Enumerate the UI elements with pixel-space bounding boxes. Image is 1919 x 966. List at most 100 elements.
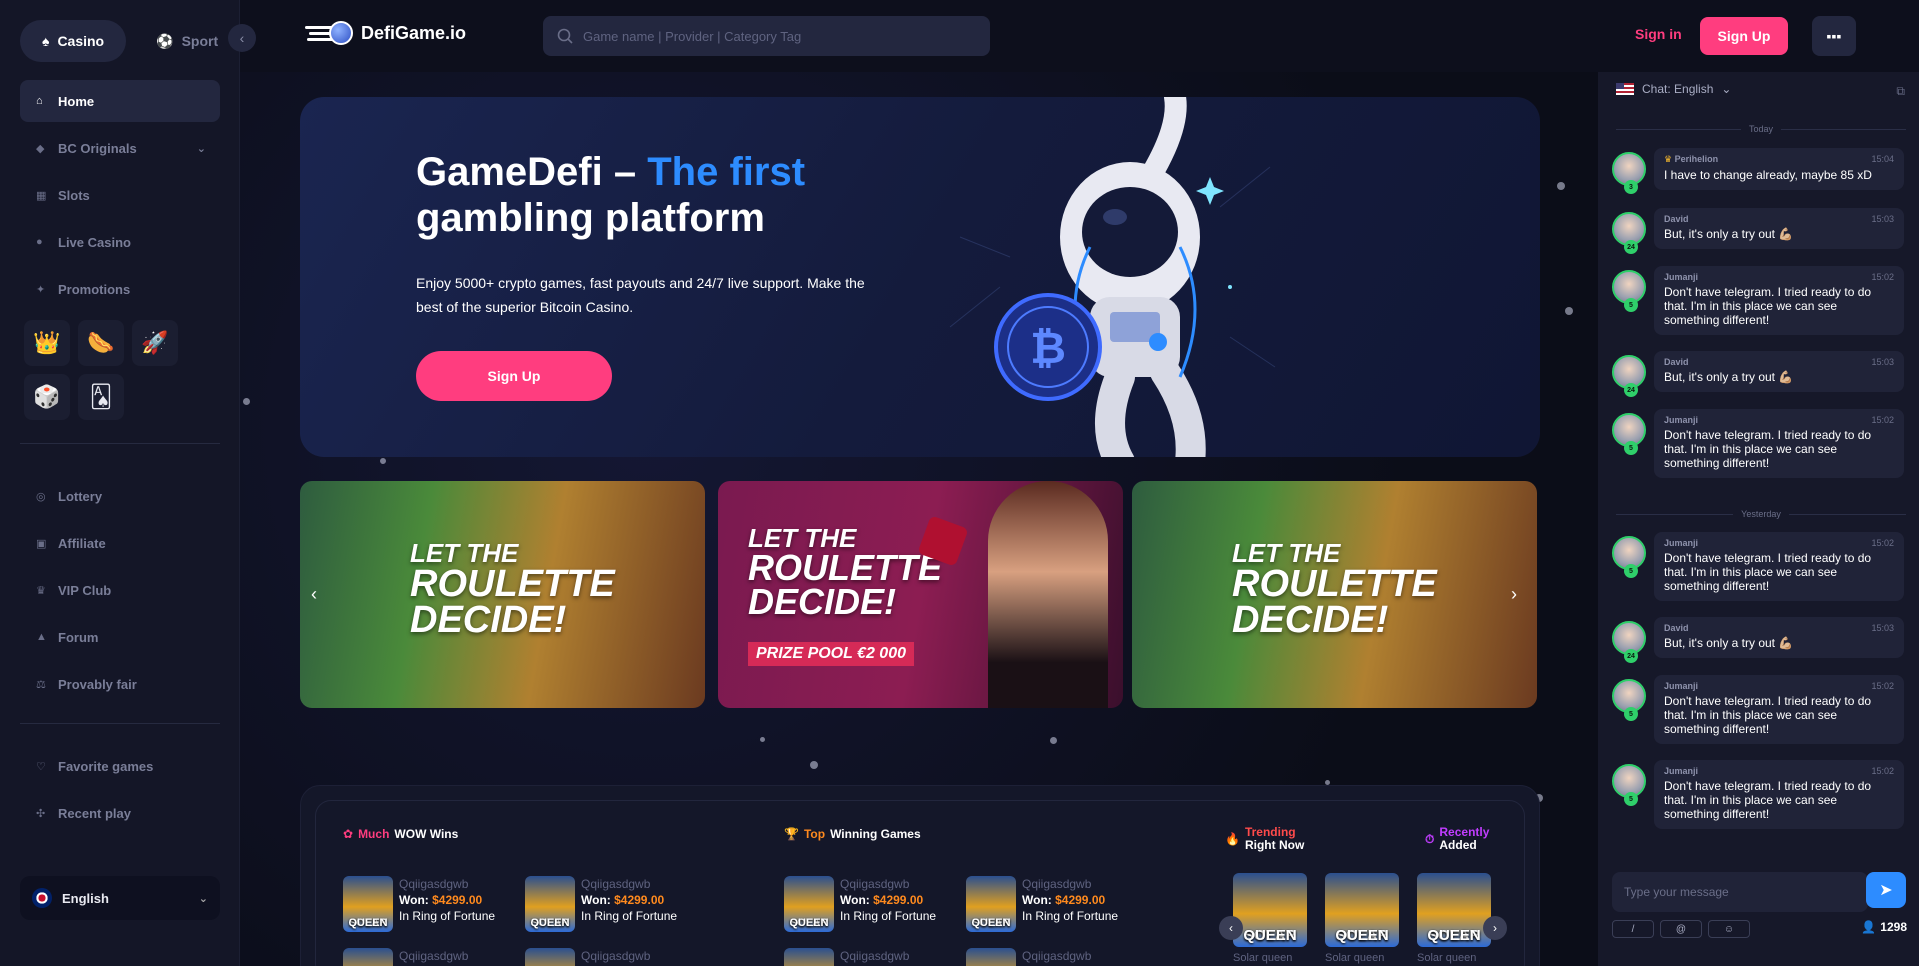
message-bubble: David 15:03 But, it's only a try out 💪🏼: [1654, 208, 1904, 249]
chat-toggle-button[interactable]: ▪▪▪: [1812, 16, 1856, 56]
message-bubble: Jumanji 15:02 Don't have telegram. I tri…: [1654, 760, 1904, 829]
level-badge: 3: [1624, 180, 1638, 194]
cards-game-icon[interactable]: 🂡: [78, 374, 124, 420]
logo[interactable]: DefiGame.io: [305, 20, 466, 46]
game-name: In Ring of Fortune: [840, 909, 937, 923]
message-author: Jumanji: [1664, 415, 1699, 425]
level-badge: 24: [1624, 240, 1638, 254]
sidebar-item-label: Recent play: [58, 805, 131, 821]
sidebar-item-vip-club[interactable]: ♛ VIP Club: [20, 569, 220, 611]
level-badge: 5: [1624, 564, 1638, 578]
message-author: David: [1664, 357, 1689, 367]
day-separator: Today: [1616, 122, 1906, 136]
hotdog-game-icon[interactable]: 🌭: [78, 320, 124, 366]
chat-language-select[interactable]: Chat: English ⌄: [1616, 82, 1731, 96]
sidebar-item-provably-fair[interactable]: ⚖ Provably fair: [20, 663, 220, 705]
sidebar-item-slots[interactable]: ▦ Slots: [20, 174, 220, 216]
trending-next-button[interactable]: ›: [1483, 916, 1507, 940]
send-button[interactable]: ➤: [1866, 872, 1906, 908]
trending-game-label: Solar queen: [1325, 952, 1385, 964]
trending-game-card[interactable]: SOLAR QUEEN: [1325, 873, 1399, 947]
chevron-down-icon: ⌄: [1721, 82, 1732, 96]
dice-game-icon[interactable]: 🎲: [24, 374, 70, 420]
promo-banner[interactable]: LET THE ROULETTE DECIDE! PRIZE POOL €2 0…: [718, 481, 1123, 708]
carousel-next-button[interactable]: ›: [1504, 581, 1524, 607]
sidebar-item-lottery[interactable]: ◎ Lottery: [20, 475, 220, 517]
sidebar-item-label: Affiliate: [58, 535, 106, 551]
rocket-game-icon[interactable]: 🚀: [132, 320, 178, 366]
sidebar-item-bc-originals[interactable]: ◆ BC Originals ⌄: [20, 127, 220, 169]
search-bar[interactable]: [543, 16, 990, 56]
signup-button[interactable]: Sign Up: [1700, 17, 1788, 55]
chat-message: 5 Jumanji 15:02 Don't have telegram. I t…: [1612, 760, 1904, 842]
tab-sport[interactable]: ⚽ Sport: [134, 20, 240, 62]
sidebar-item-label: Live Casino: [58, 234, 131, 250]
win-item[interactable]: Qqiigasdgwb: [966, 948, 1091, 966]
promo-banner[interactable]: LET THE ROULETTE DECIDE!: [300, 481, 705, 708]
chat-message: 24 David 15:03 But, it's only a try out …: [1612, 208, 1904, 264]
win-item[interactable]: Qqiigasdgwb: [525, 948, 650, 966]
star: [1557, 182, 1565, 190]
sidebar-item-favorite-games[interactable]: ♡ Favorite games: [20, 745, 220, 787]
home-icon: ⌂: [36, 95, 43, 107]
chat-message: 3 ♛ Perihelion 15:04 I have to change al…: [1612, 148, 1904, 204]
sidebar-item-promotions[interactable]: ✦ Promotions: [20, 268, 220, 310]
level-badge: 5: [1624, 792, 1638, 806]
sport-icon: ⚽: [156, 32, 174, 49]
sidebar-item-label: Favorite games: [58, 758, 154, 774]
win-item[interactable]: SOLAR QUEEN Qqiigasdgwb Won: $4299.00 In …: [343, 876, 495, 932]
sidebar-item-label: VIP Club: [58, 582, 112, 598]
sidebar-item-home[interactable]: ⌂ Home: [20, 80, 220, 122]
hero-description: Enjoy 5000+ crypto games, fast payouts a…: [416, 275, 865, 315]
winner-name: Qqiigasdgwb: [840, 877, 910, 891]
trending-game-card[interactable]: SOLAR QUEEN: [1233, 873, 1307, 947]
promo-banner[interactable]: LET THE ROULETTE DECIDE!: [1132, 481, 1537, 708]
wins-panel: ✿ Much WOW Wins 🏆 Top Winning Games 🔥 Tr…: [300, 785, 1540, 966]
emoji-button[interactable]: ☺: [1708, 920, 1750, 938]
sidebar-item-affiliate[interactable]: ▣ Affiliate: [20, 522, 220, 564]
hero-title-accent: The first: [647, 150, 806, 194]
nav-secondary: ◎ Lottery ▣ Affiliate ♛ VIP Club ▲ Forum…: [20, 475, 220, 710]
crown-game-icon[interactable]: 👑: [24, 320, 70, 366]
trending-game-card[interactable]: SOLAR QUEEN: [1417, 873, 1491, 947]
sidebar: ♠ Casino ⚽ Sport ⌂ Home ◆ BC Originals ⌄…: [0, 0, 240, 966]
chat-message-input[interactable]: [1624, 885, 1856, 899]
win-item[interactable]: SOLAR QUEEN Qqiigasdgwb Won: $4299.00 In …: [966, 876, 1118, 932]
message-bubble: David 15:03 But, it's only a try out 💪🏼: [1654, 351, 1904, 392]
win-item[interactable]: Qqiigasdgwb: [343, 948, 468, 966]
message-text: I have to change already, maybe 85 xD: [1664, 168, 1872, 182]
trending-game-label: Solar queen: [1233, 952, 1293, 964]
chat-message: 24 David 15:03 But, it's only a try out …: [1612, 351, 1904, 407]
search-input[interactable]: [583, 28, 976, 44]
language-select[interactable]: English ⌄: [20, 876, 220, 920]
vip-icon: ♛: [36, 584, 46, 597]
chat-input-box[interactable]: [1612, 872, 1868, 912]
level-badge: 24: [1624, 649, 1638, 663]
sidebar-item-forum[interactable]: ▲ Forum: [20, 616, 220, 658]
tab-casino[interactable]: ♠ Casino: [20, 20, 127, 62]
hero-signup-button[interactable]: Sign Up: [416, 351, 612, 401]
hero-banner: GameDefi – The first gambling platform E…: [300, 97, 1540, 457]
trending-heading: 🔥 Trending Right Now: [1225, 825, 1305, 852]
sidebar-item-live-casino[interactable]: ● Live Casino: [20, 221, 220, 263]
chat-tools: / @ ☺: [1612, 920, 1750, 938]
message-time: 15:02: [1871, 415, 1894, 425]
level-badge: 5: [1624, 441, 1638, 455]
sidebar-item-recent-play[interactable]: ✣ Recent play: [20, 792, 220, 834]
us-flag-icon: [1616, 83, 1634, 95]
trending-prev-button[interactable]: ‹: [1219, 916, 1243, 940]
level-badge: 24: [1624, 383, 1638, 397]
command-button[interactable]: /: [1612, 920, 1654, 938]
signin-link[interactable]: Sign in: [1635, 26, 1682, 42]
win-item[interactable]: SOLAR QUEEN Qqiigasdgwb Won: $4299.00 In …: [784, 876, 936, 932]
win-item[interactable]: SOLAR QUEEN Qqiigasdgwb Won: $4299.00 In …: [525, 876, 677, 932]
level-badge: 5: [1624, 298, 1638, 312]
carousel-prev-button[interactable]: ‹: [304, 581, 324, 607]
game-thumbnail: SOLAR QUEEN: [525, 876, 575, 932]
chat-message: 24 David 15:03 But, it's only a try out …: [1612, 617, 1904, 673]
win-item[interactable]: Qqiigasdgwb: [784, 948, 909, 966]
mention-button[interactable]: @: [1660, 920, 1702, 938]
message-time: 15:04: [1871, 154, 1894, 164]
popout-icon[interactable]: ⧉: [1896, 84, 1905, 99]
collapse-sidebar-button[interactable]: ‹: [228, 24, 256, 52]
